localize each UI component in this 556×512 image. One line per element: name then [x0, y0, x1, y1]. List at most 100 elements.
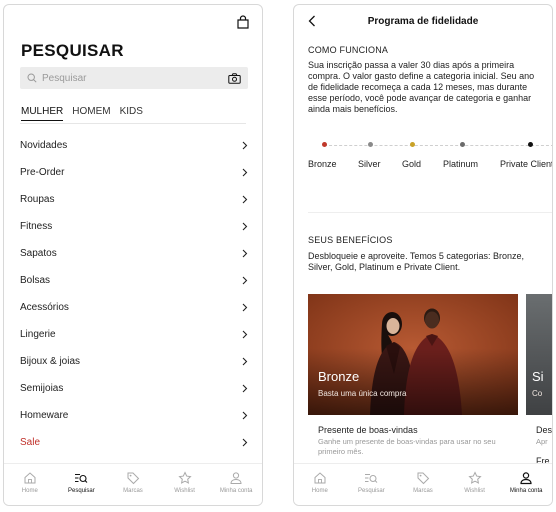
category-label: Semijoias — [20, 383, 64, 394]
tier-dot-gold — [410, 142, 415, 147]
benefit-title: Des — [536, 425, 553, 435]
category-item[interactable]: Novidades — [20, 132, 248, 159]
chevron-right-icon — [242, 438, 248, 447]
chevron-right-icon — [242, 384, 248, 393]
category-label: Lingerie — [20, 329, 56, 340]
category-item-sale[interactable]: Sale — [20, 429, 248, 456]
chevron-right-icon — [242, 276, 248, 285]
chevron-right-icon — [242, 141, 248, 150]
shopping-bag-icon[interactable] — [236, 15, 250, 29]
page-title: Programa de fidelidade — [367, 16, 479, 27]
page-title: PESQUISAR — [21, 41, 124, 60]
tabs-divider — [20, 123, 246, 124]
tier-card-bronze-image[interactable]: Bronze Basta uma única compra — [308, 294, 518, 415]
bottom-nav: Home Pesquisar Marcas Wishlist Minha con… — [294, 463, 552, 505]
user-icon — [520, 472, 532, 485]
tier-dot-bronze — [322, 142, 327, 147]
category-label: Acessórios — [20, 302, 69, 313]
category-item[interactable]: Pre-Order — [20, 159, 248, 186]
category-list: Novidades Pre-Order Roupas Fitness Sapat… — [20, 132, 248, 456]
nav-wishlist[interactable]: Wishlist — [160, 471, 210, 494]
card-tier-name: Si — [532, 369, 544, 384]
search-bar[interactable] — [20, 67, 248, 89]
benefit-title: Presente de boas-vindas — [318, 425, 418, 435]
user-icon — [230, 472, 242, 484]
chevron-right-icon — [242, 303, 248, 312]
loyalty-screen: Programa de fidelidade COMO FUNCIONA Sua… — [293, 4, 553, 506]
star-icon — [467, 471, 482, 484]
category-item[interactable]: Fitness — [20, 213, 248, 240]
home-icon — [314, 472, 326, 484]
tier-label-gold: Gold — [402, 159, 422, 169]
nav-brands[interactable]: Marcas — [108, 471, 158, 494]
tier-label-bronze: Bronze — [308, 159, 337, 169]
category-label: Homeware — [20, 410, 69, 421]
chevron-right-icon — [242, 357, 248, 366]
category-item[interactable]: Roupas — [20, 186, 248, 213]
search-input[interactable] — [42, 72, 228, 84]
how-it-works-heading: COMO FUNCIONA — [308, 45, 389, 55]
category-label: Pre-Order — [20, 167, 65, 178]
nav-label: Pesquisar — [68, 488, 95, 494]
category-label: Sapatos — [20, 248, 57, 259]
category-label: Roupas — [20, 194, 55, 205]
category-item[interactable]: Bijoux & joias — [20, 348, 248, 375]
nav-label: Marcas — [123, 488, 143, 494]
nav-search[interactable]: Pesquisar — [346, 471, 396, 494]
home-icon — [24, 472, 36, 484]
gender-tabs: MULHER HOMEM KIDS — [21, 106, 143, 121]
tier-dot-silver — [368, 142, 373, 147]
tier-dot-platinum — [460, 142, 465, 147]
star-icon — [177, 471, 192, 484]
tier-card-silver-image[interactable]: Si Co — [526, 294, 552, 415]
tab-kids[interactable]: KIDS — [120, 106, 143, 121]
category-item[interactable]: Lingerie — [20, 321, 248, 348]
nav-brands[interactable]: Marcas — [398, 471, 448, 494]
nav-label: Pesquisar — [358, 488, 385, 494]
category-label: Bijoux & joias — [20, 356, 81, 367]
category-label: Fitness — [20, 221, 53, 232]
tab-homem[interactable]: HOMEM — [72, 106, 110, 121]
tag-icon — [417, 472, 430, 485]
tier-label-private-client: Private Client — [500, 159, 553, 169]
camera-icon[interactable] — [228, 72, 241, 84]
nav-wishlist[interactable]: Wishlist — [450, 471, 500, 494]
card-tier-name: Bronze — [318, 369, 360, 384]
nav-home[interactable]: Home — [295, 471, 345, 494]
benefits-text: Desbloqueie e aproveite. Temos 5 categor… — [308, 251, 524, 272]
tag-icon — [127, 472, 140, 485]
category-item[interactable]: Sapatos — [20, 240, 248, 267]
chevron-right-icon — [242, 222, 248, 231]
category-label: Bolsas — [20, 275, 51, 286]
card-tier-subtitle: Co — [532, 389, 543, 398]
category-item[interactable]: Bolsas — [20, 267, 248, 294]
nav-search[interactable]: Pesquisar — [56, 471, 106, 494]
bottom-nav: Home Pesquisar Marcas Wishlist Minha con… — [4, 463, 262, 505]
nav-label: Home — [21, 488, 38, 494]
nav-account[interactable]: Minha conta — [211, 471, 261, 494]
card-tier-subtitle: Basta uma única compra — [318, 389, 407, 398]
search-icon — [75, 473, 88, 483]
tier-progress-line — [324, 145, 552, 146]
benefit-description: Apr — [536, 437, 548, 446]
nav-home[interactable]: Home — [5, 471, 55, 494]
nav-account[interactable]: Minha conta — [501, 471, 551, 494]
chevron-right-icon — [242, 168, 248, 177]
nav-label: Marcas — [413, 488, 433, 494]
nav-label: Home — [311, 488, 328, 494]
category-item[interactable]: Semijoias — [20, 375, 248, 402]
nav-label: Minha conta — [219, 488, 253, 494]
chevron-right-icon — [242, 411, 248, 420]
search-icon — [365, 474, 378, 483]
tier-dot-private-client — [528, 142, 533, 147]
category-item[interactable]: Acessórios — [20, 294, 248, 321]
tier-label-platinum: Platinum — [443, 159, 479, 169]
how-it-works-text: Sua inscrição passa a valer 30 dias após… — [308, 60, 535, 114]
category-item[interactable]: Homeware — [20, 402, 248, 429]
nav-label: Wishlist — [174, 488, 195, 494]
tab-mulher[interactable]: MULHER — [21, 106, 64, 121]
tier-label-silver: Silver — [358, 159, 381, 169]
search-screen: PESQUISAR MULHER HOMEM KIDS Novidades Pr… — [3, 4, 263, 506]
category-label: Sale — [20, 437, 41, 448]
nav-label: Minha conta — [509, 488, 543, 494]
